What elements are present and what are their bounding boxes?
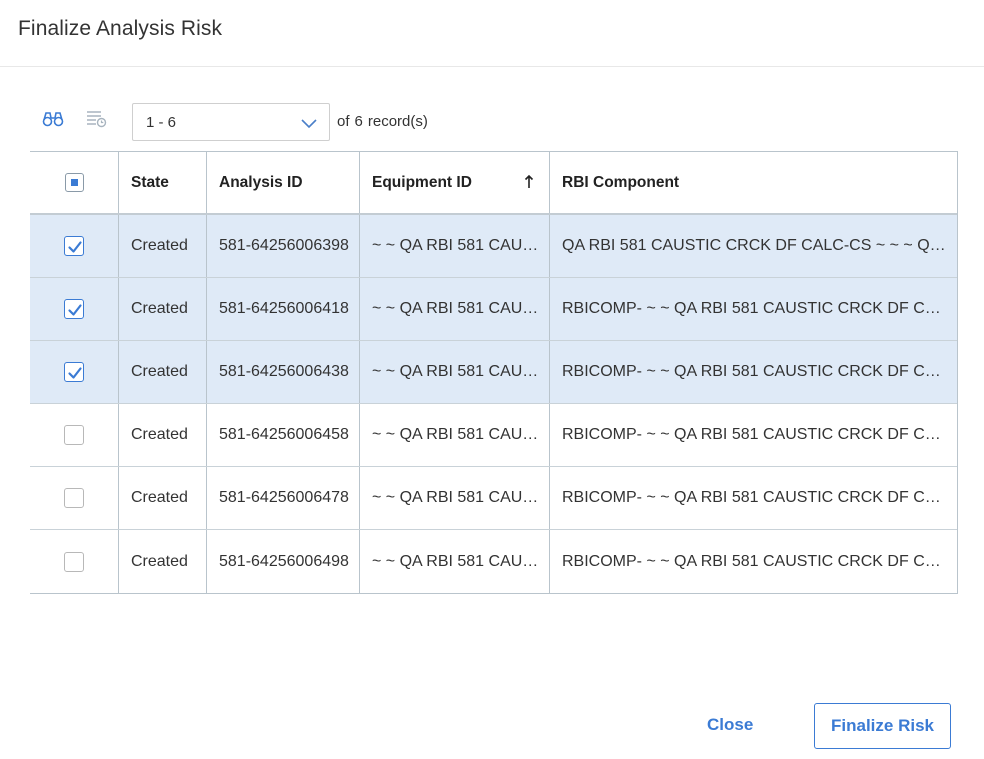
cell-analysis-id-text: 581-64256006398 — [219, 237, 349, 254]
cell-state-text: Created — [131, 552, 188, 570]
column-header-analysis-id[interactable]: Analysis ID — [206, 152, 359, 213]
record-count: of 6 record(s) — [337, 113, 428, 130]
cell-analysis-id-text: 581-64256006498 — [219, 552, 349, 570]
cell-rbi-component: RBICOMP- ~ ~ QA RBI 581 CAUSTIC CRCK DF … — [549, 467, 957, 529]
cell-rbi-component-text: RBICOMP- ~ ~ QA RBI 581 CAUSTIC CRCK DF … — [562, 300, 957, 317]
finalize-risk-button[interactable]: Finalize Risk — [814, 703, 951, 749]
chevron-down-icon — [301, 116, 317, 130]
checkmark-icon — [68, 367, 82, 379]
row-select-cell — [30, 341, 118, 403]
cell-state: Created — [118, 341, 206, 403]
cell-state-text: Created — [131, 363, 188, 380]
page-range-select[interactable]: 1 - 6 — [132, 103, 330, 141]
cell-equipment-id-text: ~ ~ QA RBI 581 CAUSTI... — [372, 489, 549, 506]
cell-state: Created — [118, 467, 206, 529]
cell-equipment-id: ~ ~ QA RBI 581 CAUSTI... — [359, 467, 549, 529]
cell-equipment-id: ~ ~ QA RBI 581 CAUSTI... — [359, 341, 549, 403]
cell-equipment-id: ~ ~ QA RBI 581 CAUSTI... — [359, 278, 549, 340]
cell-equipment-id: ~ ~ QA RBI 581 CAUSTI... — [359, 530, 549, 593]
cell-analysis-id: 581-64256006398 — [206, 215, 359, 277]
list-filter-icon[interactable] — [86, 110, 110, 132]
binoculars-icon[interactable] — [42, 110, 66, 132]
cell-analysis-id: 581-64256006458 — [206, 404, 359, 466]
table-row[interactable]: Created 581-64256006438 ~ ~ QA RBI 581 CAU… — [30, 341, 957, 404]
row-select-cell — [30, 530, 118, 593]
cell-equipment-id: ~ ~ QA RBI 581 CAUSTI... — [359, 215, 549, 277]
grid-header-row: State Analysis ID Equipment ID RBI Compo… — [30, 152, 957, 215]
cell-analysis-id: 581-64256006478 — [206, 467, 359, 529]
table-row[interactable]: Created 581-64256006458 ~ ~ QA RBI 581 CAU… — [30, 404, 957, 467]
column-header-rbi-component[interactable]: RBI Component — [549, 152, 957, 213]
row-checkbox[interactable] — [64, 551, 84, 572]
cell-equipment-id: ~ ~ QA RBI 581 CAUSTI... — [359, 404, 549, 466]
cell-rbi-component-text: RBICOMP- ~ ~ QA RBI 581 CAUSTIC CRCK DF … — [562, 552, 957, 570]
record-count-of: of — [337, 113, 350, 130]
grid-body: Created 581-64256006398 ~ ~ QA RBI 581 CAU… — [30, 215, 957, 593]
dialog-title: Finalize Analysis Risk — [18, 17, 223, 40]
cell-state: Created — [118, 278, 206, 340]
close-button[interactable]: Close — [707, 715, 753, 735]
table-row[interactable]: Created 581-64256006398 ~ ~ QA RBI 581 CAU… — [30, 215, 957, 278]
record-count-total: 6 — [354, 113, 363, 130]
row-checkbox[interactable] — [64, 488, 84, 508]
cell-rbi-component: QA RBI 581 CAUSTIC CRCK DF CALC-CS ~ ~ ~… — [549, 215, 957, 277]
dialog-header: Finalize Analysis Risk — [0, 0, 984, 67]
table-row[interactable]: Created 581-64256006478 ~ ~ QA RBI 581 CAU… — [30, 467, 957, 530]
sort-ascending-icon — [523, 174, 535, 190]
cell-equipment-id-text: ~ ~ QA RBI 581 CAUSTI... — [372, 300, 549, 317]
column-header-equipment-id[interactable]: Equipment ID — [359, 152, 549, 213]
record-count-suffix: record(s) — [367, 113, 428, 130]
cell-state: Created — [118, 215, 206, 277]
select-all-cell — [30, 152, 118, 213]
checkmark-icon — [68, 241, 82, 253]
cell-equipment-id-text: ~ ~ QA RBI 581 CAUSTI... — [372, 552, 549, 570]
cell-rbi-component-text: QA RBI 581 CAUSTIC CRCK DF CALC-CS ~ ~ ~… — [562, 237, 957, 254]
page-range-value: 1 - 6 — [146, 114, 177, 131]
cell-analysis-id: 581-64256006438 — [206, 341, 359, 403]
cell-rbi-component: RBICOMP- ~ ~ QA RBI 581 CAUSTIC CRCK DF … — [549, 341, 957, 403]
cell-rbi-component-text: RBICOMP- ~ ~ QA RBI 581 CAUSTIC CRCK DF … — [562, 363, 957, 380]
row-checkbox[interactable] — [64, 299, 84, 319]
grid-toolbar: 1 - 6 of 6 record(s) — [30, 103, 958, 141]
row-select-cell — [30, 404, 118, 466]
analysis-grid: State Analysis ID Equipment ID RBI Compo… — [30, 151, 958, 594]
partial-mark-icon — [70, 179, 78, 186]
cell-analysis-id-text: 581-64256006478 — [219, 489, 349, 506]
cell-analysis-id: 581-64256006418 — [206, 278, 359, 340]
cell-analysis-id-text: 581-64256006458 — [219, 426, 349, 443]
row-checkbox[interactable] — [64, 362, 84, 382]
cell-equipment-id-text: ~ ~ QA RBI 581 CAUSTI... — [372, 237, 549, 254]
cell-state-text: Created — [131, 489, 188, 506]
column-header-rbi-component-label: RBI Component — [562, 173, 680, 191]
row-checkbox[interactable] — [64, 425, 84, 445]
cell-rbi-component: RBICOMP- ~ ~ QA RBI 581 CAUSTIC CRCK DF … — [549, 404, 957, 466]
cell-analysis-id-text: 581-64256006418 — [219, 300, 349, 317]
column-header-analysis-id-label: Analysis ID — [219, 173, 303, 191]
row-select-cell — [30, 467, 118, 529]
cell-state-text: Created — [131, 300, 188, 317]
cell-analysis-id: 581-64256006498 — [206, 530, 359, 593]
column-header-state-label: State — [131, 173, 169, 191]
cell-state-text: Created — [131, 237, 188, 254]
table-row[interactable]: Created 581-64256006418 ~ ~ QA RBI 581 CAU… — [30, 278, 957, 341]
table-row[interactable]: Created 581-64256006498 ~ ~ QA RBI 581 CAU… — [30, 530, 957, 593]
select-all-checkbox[interactable] — [64, 173, 84, 192]
column-header-equipment-id-label: Equipment ID — [372, 173, 472, 191]
row-select-cell — [30, 278, 118, 340]
cell-rbi-component: RBICOMP- ~ ~ QA RBI 581 CAUSTIC CRCK DF … — [549, 530, 957, 593]
cell-equipment-id-text: ~ ~ QA RBI 581 CAUSTI... — [372, 426, 549, 443]
row-checkbox[interactable] — [64, 236, 84, 256]
cell-state: Created — [118, 530, 206, 593]
cell-rbi-component-text: RBICOMP- ~ ~ QA RBI 581 CAUSTIC CRCK DF … — [562, 489, 957, 506]
cell-analysis-id-text: 581-64256006438 — [219, 363, 349, 380]
column-header-state[interactable]: State — [118, 152, 206, 213]
cell-state: Created — [118, 404, 206, 466]
checkmark-icon — [68, 304, 82, 316]
finalize-analysis-risk-dialog: Finalize Analysis Risk 1 - 6 of 6 record(s… — [0, 0, 984, 759]
cell-rbi-component: RBICOMP- ~ ~ QA RBI 581 CAUSTIC CRCK DF … — [549, 278, 957, 340]
cell-equipment-id-text: ~ ~ QA RBI 581 CAUSTI... — [372, 363, 549, 380]
row-select-cell — [30, 215, 118, 277]
cell-rbi-component-text: RBICOMP- ~ ~ QA RBI 581 CAUSTIC CRCK DF … — [562, 426, 957, 443]
cell-state-text: Created — [131, 426, 188, 443]
